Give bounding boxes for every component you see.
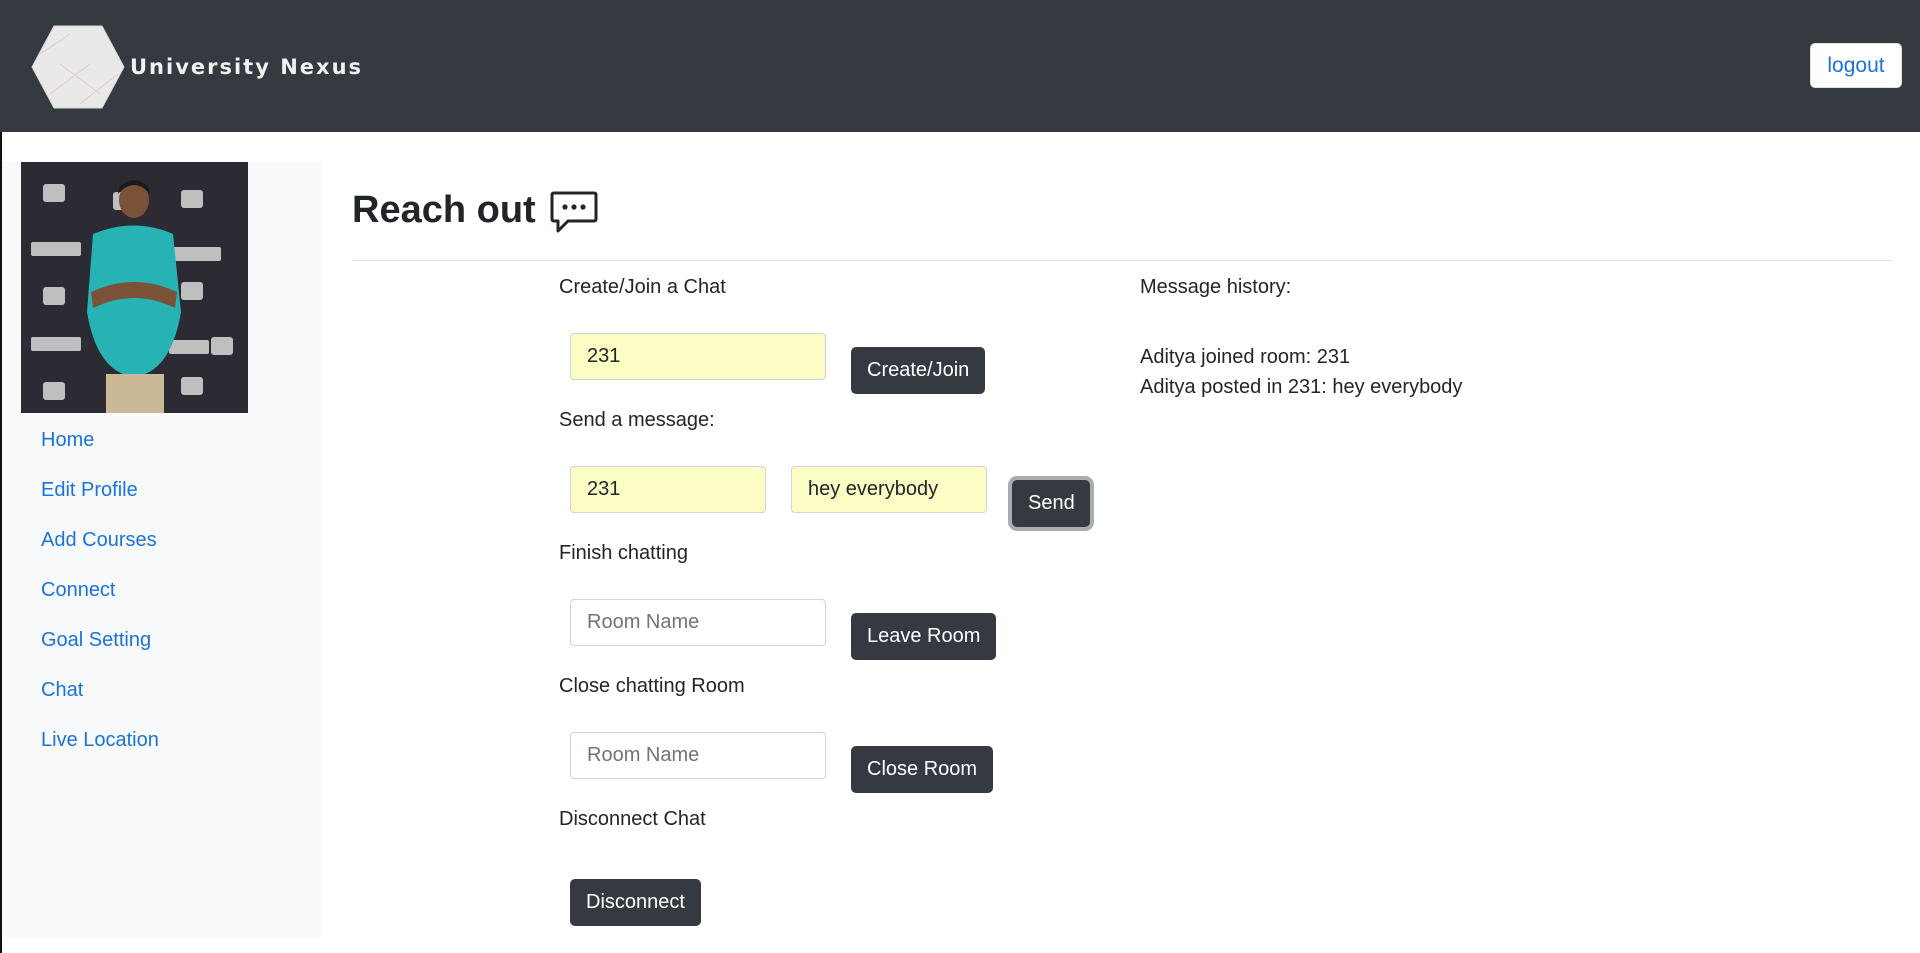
page-title: Reach out — [352, 188, 536, 231]
brand[interactable]: University Nexus — [30, 24, 363, 110]
title-divider — [352, 260, 1892, 261]
logout-button[interactable]: logout — [1810, 43, 1902, 88]
sidebar-item-home[interactable]: Home — [41, 424, 159, 474]
close-room-button[interactable]: Close Room — [851, 746, 994, 793]
sidebar-item-edit-profile[interactable]: Edit Profile — [41, 474, 159, 524]
avatar — [21, 162, 248, 413]
sidebar-item-connect[interactable]: Connect — [41, 574, 159, 624]
top-navbar: University Nexus logout — [0, 0, 1920, 132]
history-label: Message history: — [1140, 276, 1292, 298]
message-input[interactable] — [791, 466, 987, 513]
history-line: Aditya joined room: 231 — [1140, 346, 1351, 368]
leave-room-input[interactable] — [570, 599, 826, 646]
create-join-button[interactable]: Create/Join — [851, 347, 986, 394]
profile-photo-image — [21, 162, 248, 413]
history-line: Aditya posted in 231: hey everybody — [1140, 376, 1463, 398]
sidebar-item-chat[interactable]: Chat — [41, 674, 159, 724]
create-join-room-input[interactable] — [570, 333, 826, 380]
leave-room-button[interactable]: Leave Room — [851, 613, 997, 660]
send-room-input[interactable] — [570, 466, 766, 513]
leave-label: Finish chatting — [559, 542, 688, 564]
main-content: Reach out — [352, 162, 1892, 261]
sidebar-item-goal-setting[interactable]: Goal Setting — [41, 624, 159, 674]
send-message-label: Send a message: — [559, 409, 715, 431]
close-label: Close chatting Room — [559, 675, 745, 697]
sidebar-item-add-courses[interactable]: Add Courses — [41, 524, 159, 574]
sidebar: Home Edit Profile Add Courses Connect Go… — [2, 162, 322, 937]
close-room-input[interactable] — [570, 732, 826, 779]
create-join-label: Create/Join a Chat — [559, 276, 726, 298]
disconnect-button[interactable]: Disconnect — [570, 879, 701, 926]
sidebar-item-live-location[interactable]: Live Location — [41, 724, 159, 774]
disconnect-label: Disconnect Chat — [559, 808, 706, 830]
brand-name: University Nexus — [130, 55, 364, 79]
send-button[interactable]: Send — [1012, 480, 1090, 527]
title-row: Reach out — [352, 162, 1892, 258]
chat-bubble-icon — [550, 191, 598, 233]
sidebar-nav: Home Edit Profile Add Courses Connect Go… — [41, 424, 159, 774]
brand-logo-icon — [31, 25, 125, 109]
